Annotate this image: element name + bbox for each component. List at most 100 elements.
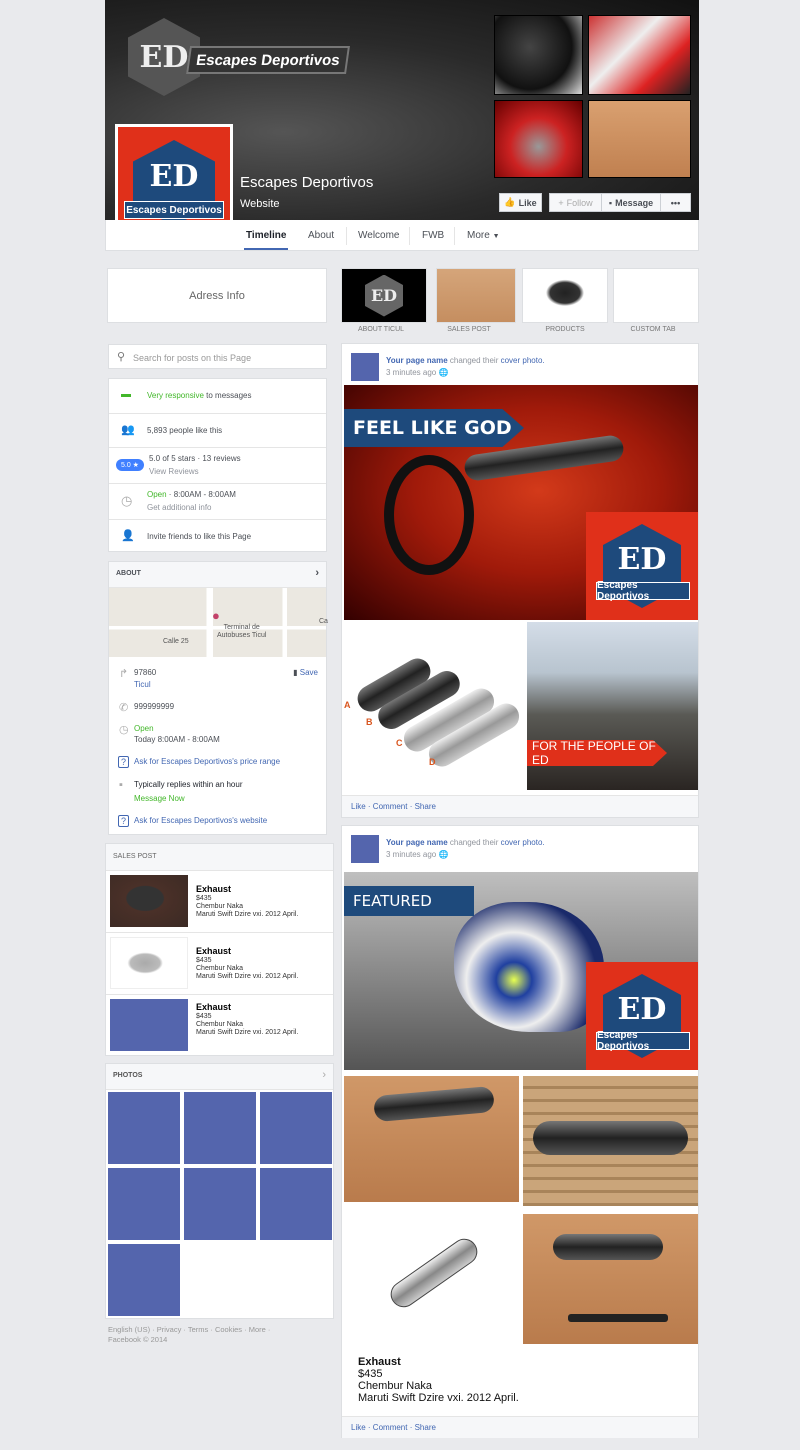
post-avatar[interactable]	[351, 353, 379, 381]
app-tab-sales-post[interactable]	[436, 268, 516, 323]
like-button[interactable]: 👍 Like	[499, 193, 542, 212]
post-image-main[interactable]: FEATURED ED Escapes Deportivos	[344, 872, 698, 1070]
follow-label: Follow	[566, 197, 593, 208]
bookmark-icon: ▮	[293, 668, 298, 677]
photos-title: PHOTOS	[113, 1072, 143, 1079]
app-tab-label: SALES POST	[447, 326, 491, 333]
share-link[interactable]: Share	[415, 1423, 436, 1432]
tab-fwb[interactable]: FWB	[422, 220, 444, 250]
city-link[interactable]: Ticul	[134, 680, 151, 689]
ask-price-link[interactable]: Ask for Escapes Deportivos's price range	[134, 757, 280, 766]
about-box: ABOUT › ● Terminal de Autobuses Ticul Cal…	[108, 561, 328, 835]
brand-logo: ED Escapes Deportivos	[586, 512, 698, 620]
app-tab-about-ticul[interactable]: ED	[341, 268, 427, 323]
share-link[interactable]: Share	[415, 802, 436, 811]
directions-icon: ↱	[119, 668, 129, 680]
page-info-box: ▬ Very responsive to messages 👥 5,893 pe…	[108, 378, 327, 552]
photos-box: PHOTOS ›	[105, 1063, 334, 1319]
post-object-link[interactable]: cover photo.	[501, 838, 545, 847]
post-author[interactable]: Your page name	[386, 838, 448, 847]
footer-links[interactable]: English (US) · Privacy · Terms · Cookies…	[108, 1325, 270, 1335]
comment-link[interactable]: Comment	[373, 1423, 408, 1432]
page-category[interactable]: Website	[240, 198, 280, 210]
people-icon: 👥	[121, 424, 135, 436]
post-author[interactable]: Your page name	[386, 356, 448, 365]
search-posts[interactable]: ⚲ Search for posts on this Page	[108, 344, 327, 369]
follow-button[interactable]: + Follow	[549, 193, 602, 212]
app-tab-label: CUSTOM TAB	[630, 326, 676, 333]
about-header[interactable]: ABOUT ›	[109, 562, 326, 588]
photo-thumb[interactable]	[108, 1244, 180, 1316]
map-pin-icon: ●	[212, 608, 220, 623]
photo-thumb[interactable]	[108, 1168, 180, 1240]
cover-logo: ED Escapes Deportivos	[128, 18, 350, 96]
map-label-line1: Terminal de	[223, 624, 260, 631]
post-meta: Your page name changed their cover photo…	[386, 837, 545, 861]
message-button[interactable]: ▪ Message	[601, 193, 661, 212]
brand-logo-text: Escapes Deportivos	[596, 1030, 690, 1052]
tab-timeline[interactable]: Timeline	[244, 220, 289, 250]
photos-header[interactable]: PHOTOS ›	[106, 1064, 333, 1090]
map-label: Terminal de Autobuses Ticul	[217, 624, 266, 640]
ask-website-link[interactable]: Ask for Escapes Deportivos's website	[134, 816, 267, 825]
post-meta: Your page name changed their cover photo…	[386, 355, 545, 379]
sales-post-title: SALES POST	[106, 844, 333, 870]
more-options-button[interactable]: •••	[660, 193, 691, 212]
like-link[interactable]: Like	[351, 802, 366, 811]
globe-icon: 🌐	[438, 850, 449, 859]
exhaust-graphic	[553, 1234, 663, 1260]
search-input[interactable]: Search for posts on this Page	[133, 353, 251, 363]
photo-thumb[interactable]	[108, 1092, 180, 1164]
product-details: Exhaust $435 Chembur Naka Maruti Swift D…	[358, 1356, 519, 1404]
post-image-exhausts[interactable]: A B C D	[344, 622, 524, 790]
phone-number: 999999999	[134, 702, 175, 711]
additional-info-link[interactable]: Get additional info	[147, 503, 212, 512]
post-image-motorcycle[interactable]: FOR THE PEOPLE OF ED	[527, 622, 698, 790]
plus-icon: +	[558, 197, 564, 208]
post-time[interactable]: 3 minutes ago	[386, 368, 436, 377]
post-object-link[interactable]: cover photo.	[501, 356, 545, 365]
app-tab-products[interactable]	[522, 268, 608, 323]
photo-thumb[interactable]	[260, 1168, 332, 1240]
post-image-diagram[interactable]	[344, 1210, 519, 1344]
like-link[interactable]: Like	[351, 1423, 366, 1432]
message-now-link[interactable]: Message Now	[134, 794, 185, 803]
responsiveness-text: Very responsive to messages	[147, 391, 252, 400]
map[interactable]: ● Terminal de Autobuses Ticul Calle 25 Ca	[109, 588, 328, 657]
post-image-kit-2[interactable]	[523, 1214, 698, 1344]
page-title: Escapes Deportivos	[240, 174, 374, 191]
tab-welcome[interactable]: Welcome	[358, 220, 400, 250]
invite-friends-link[interactable]: Invite friends to like this Page	[147, 532, 251, 541]
save-button[interactable]: ▮ Save	[293, 668, 318, 677]
sales-item[interactable]: Exhaust $435 Chembur Naka Maruti Swift Dzir…	[106, 870, 333, 932]
save-label: Save	[299, 668, 318, 677]
item-location: Chembur Naka	[196, 965, 244, 972]
tab-about[interactable]: About	[308, 220, 334, 250]
photo-thumb[interactable]	[260, 1092, 332, 1164]
post-image-main[interactable]: FEEL LIKE GOD ED Escapes Deportivos	[344, 385, 698, 620]
chevron-right-icon[interactable]: ›	[315, 567, 319, 579]
exhaust-graphic	[373, 1085, 495, 1123]
sales-item[interactable]: Exhaust $435 Chembur Naka Maruti Swift Dzir…	[106, 994, 333, 1056]
item-price: $435	[196, 895, 212, 902]
photo-thumb[interactable]	[184, 1168, 256, 1240]
globe-icon: 🌐	[438, 368, 449, 377]
item-location: Chembur Naka	[196, 903, 244, 910]
copyright: Facebook © 2014	[108, 1335, 168, 1344]
tab-more[interactable]: More ▼	[467, 220, 500, 250]
photo-thumb[interactable]	[184, 1092, 256, 1164]
app-tab-label: ABOUT TICUL	[357, 326, 405, 333]
post-avatar[interactable]	[351, 835, 379, 863]
app-tab-custom[interactable]	[613, 268, 699, 323]
comment-link[interactable]: Comment	[373, 802, 408, 811]
item-name: Exhaust	[196, 884, 232, 894]
post-image-crate[interactable]	[523, 1076, 698, 1206]
post-image-kit[interactable]	[344, 1076, 519, 1202]
post-actions: Like · Comment · Share	[342, 1416, 698, 1438]
invite-row[interactable]: 👤 Invite friends to like this Page	[109, 519, 326, 552]
sales-item[interactable]: Exhaust $435 Chembur Naka Maruti Swift Dzir…	[106, 932, 333, 994]
view-reviews-link[interactable]: View Reviews	[149, 467, 199, 476]
chevron-right-icon[interactable]: ›	[322, 1069, 326, 1081]
rating-badge: 5.0 ★	[116, 459, 144, 471]
post-time[interactable]: 3 minutes ago	[386, 850, 436, 859]
